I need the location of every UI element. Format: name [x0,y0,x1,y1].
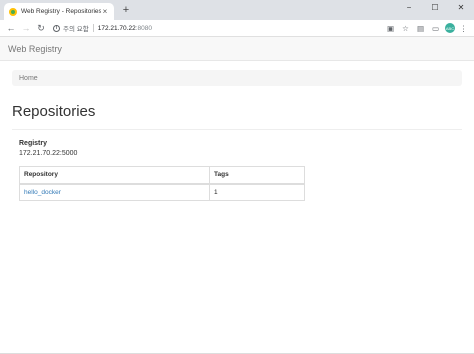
page-title: Repositories [12,103,96,120]
minimize-button[interactable]: − [396,0,422,14]
repository-cell: hello_docker [19,183,210,201]
extension-icon[interactable]: ▤ [414,22,427,34]
url-port: :8080 [135,24,152,32]
toolbar-icons: ▣ ☆ ▤ ▭ ABC ⋮ [382,22,470,34]
tab-title: Web Registry - Repositories [21,8,101,15]
browser-toolbar: ← → ↻ i 주의 요함 172.21.70.22:8080 ▣ ☆ ▤ ▭ … [0,20,474,37]
breadcrumb-home[interactable]: Home [19,75,38,82]
registry-value: 172.21.70.22:5000 [19,150,78,157]
site-navbar: Web Registry [0,37,474,61]
bookmark-star-icon[interactable]: ☆ [399,22,412,34]
security-indicator[interactable]: 주의 요함 [63,23,89,33]
breadcrumb: Home [12,70,462,86]
browser-tab[interactable]: Web Registry - Repositories × [4,3,114,20]
column-header-tags: Tags [209,166,305,185]
reload-button[interactable]: ↻ [34,21,48,35]
cast-icon[interactable]: ▭ [429,22,442,34]
address-bar[interactable]: i 주의 요함 172.21.70.22:8080 [53,22,378,35]
menu-icon[interactable]: ⋮ [457,22,470,34]
column-header-repository: Repository [19,166,210,185]
close-tab-icon[interactable]: × [101,7,109,16]
profile-avatar[interactable]: ABC [445,23,455,33]
tags-cell: 1 [209,183,305,201]
tab-strip: Web Registry - Repositories × + − ☐ ✕ [0,0,474,20]
repository-link[interactable]: hello_docker [24,189,61,196]
table-header-row: Repository Tags [19,166,305,185]
close-window-button[interactable]: ✕ [448,0,474,14]
repositories-table: Repository Tags hello_docker 1 [19,166,305,201]
window-controls: − ☐ ✕ [396,0,474,14]
translate-icon[interactable]: ▣ [384,22,397,34]
address-divider [92,24,94,32]
favicon-icon [9,7,17,16]
new-tab-button[interactable]: + [120,4,132,16]
info-icon[interactable]: i [53,24,60,32]
forward-button[interactable]: → [19,21,33,35]
maximize-button[interactable]: ☐ [422,0,448,14]
registry-label: Registry [19,140,48,147]
title-divider [12,129,462,130]
table-row: hello_docker 1 [19,183,305,201]
url-host: 172.21.70.22 [97,24,136,32]
back-button[interactable]: ← [4,21,18,35]
site-brand[interactable]: Web Registry [8,44,62,54]
